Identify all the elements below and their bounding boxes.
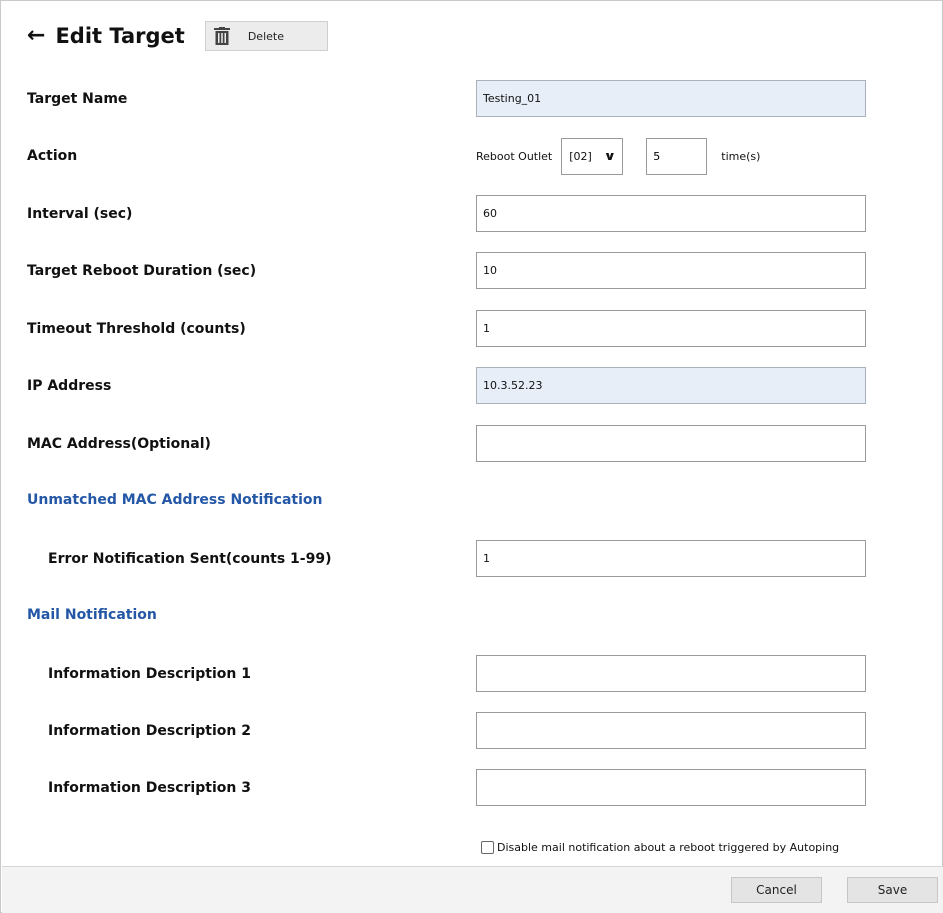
info-description-2-field[interactable] xyxy=(476,712,866,749)
reboot-duration-row: Target Reboot Duration (sec) xyxy=(1,252,943,290)
arrow-left-icon[interactable]: ← xyxy=(27,25,45,47)
mac-address-label: MAC Address(Optional) xyxy=(27,436,211,452)
info-description-1-label: Information Description 1 xyxy=(48,666,251,682)
info-description-3-label: Information Description 3 xyxy=(48,780,251,796)
reboot-times-field[interactable] xyxy=(646,137,708,175)
interval-label: Interval (sec) xyxy=(27,206,133,222)
times-unit-label: time(s) xyxy=(721,149,761,163)
unmatched-mac-section-title: Unmatched MAC Address Notification xyxy=(27,492,323,508)
info-description-2-row: Information Description 2 xyxy=(1,712,943,750)
reboot-outlet-label: Reboot Outlet xyxy=(476,149,553,163)
edit-target-panel: ← Edit Target Delete Target Name Action … xyxy=(0,0,943,913)
ip-address-label: IP Address xyxy=(27,378,112,394)
info-description-3-row: Information Description 3 xyxy=(1,769,943,807)
delete-button[interactable]: Delete xyxy=(204,21,328,51)
footer-bar: Cancel Save xyxy=(2,866,943,913)
timeout-threshold-label: Timeout Threshold (counts) xyxy=(27,321,246,337)
interval-field[interactable] xyxy=(476,195,866,232)
action-controls: Reboot Outlet [02] ∨ time(s) xyxy=(476,137,760,175)
delete-label: Delete xyxy=(247,29,284,43)
info-description-2-label: Information Description 2 xyxy=(48,723,251,739)
interval-row: Interval (sec) xyxy=(1,195,943,233)
error-notification-field[interactable] xyxy=(476,540,866,577)
outlet-selected-value: [02] xyxy=(569,149,592,163)
timeout-threshold-field[interactable] xyxy=(476,310,866,347)
reboot-duration-label: Target Reboot Duration (sec) xyxy=(27,263,257,279)
info-description-3-field[interactable] xyxy=(476,769,866,806)
trash-icon xyxy=(213,27,230,45)
info-description-1-row: Information Description 1 xyxy=(1,655,943,693)
page-title: Edit Target xyxy=(55,24,185,48)
mac-address-field[interactable] xyxy=(476,425,866,462)
reboot-duration-field[interactable] xyxy=(476,252,866,289)
ip-address-row: IP Address xyxy=(1,367,943,405)
page-header: ← Edit Target Delete xyxy=(27,21,328,51)
action-label: Action xyxy=(27,148,78,164)
disable-mail-option: Disable mail notification about a reboot… xyxy=(481,839,839,855)
error-notification-label: Error Notification Sent(counts 1-99) xyxy=(48,551,332,567)
error-notification-row: Error Notification Sent(counts 1-99) xyxy=(1,540,943,578)
target-name-row: Target Name xyxy=(1,80,943,118)
timeout-threshold-row: Timeout Threshold (counts) xyxy=(1,310,943,348)
cancel-button[interactable]: Cancel xyxy=(731,877,822,903)
disable-mail-checkbox[interactable] xyxy=(481,840,494,854)
target-name-label: Target Name xyxy=(27,91,128,107)
save-button[interactable]: Save xyxy=(847,877,938,903)
mail-notification-section-title: Mail Notification xyxy=(27,607,157,623)
target-name-field[interactable] xyxy=(476,80,866,117)
mac-address-row: MAC Address(Optional) xyxy=(1,425,943,463)
action-row: Action Reboot Outlet [02] ∨ time(s) xyxy=(1,137,943,175)
info-description-1-field[interactable] xyxy=(476,655,866,692)
chevron-down-icon: ∨ xyxy=(603,149,616,163)
ip-address-field[interactable] xyxy=(476,367,866,404)
outlet-select[interactable]: [02] ∨ xyxy=(561,137,624,175)
disable-mail-checkbox-label[interactable]: Disable mail notification about a reboot… xyxy=(497,841,839,854)
